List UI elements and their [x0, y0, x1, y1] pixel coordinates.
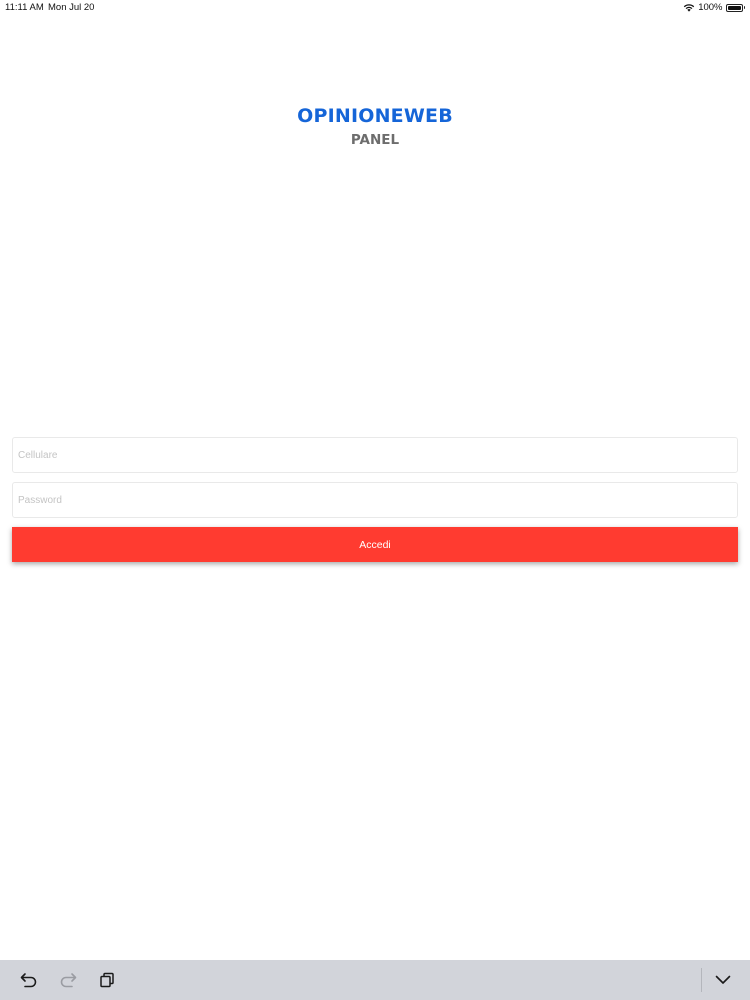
password-field-wrapper: [12, 482, 738, 518]
keyboard-dismiss-button[interactable]: [713, 970, 733, 990]
battery-percent: 100%: [698, 2, 723, 13]
status-date: Mon Jul 20: [48, 2, 95, 13]
battery-cap: [743, 6, 745, 9]
app-logo: OPINIONEWEB PANEL: [0, 103, 750, 151]
login-screen: 11:11 AM Mon Jul 20 100% OPINIONEWEB PAN…: [0, 0, 750, 1000]
redo-icon: [60, 973, 77, 988]
status-indicators: 100%: [683, 2, 745, 13]
paste-icon: [100, 972, 114, 988]
status-time: 11:11 AM: [5, 2, 44, 13]
undo-button[interactable]: [19, 970, 39, 990]
status-bar: 11:11 AM Mon Jul 20 100%: [0, 0, 750, 16]
password-input[interactable]: [13, 483, 737, 517]
phone-input[interactable]: [13, 438, 737, 472]
logo-subtitle: PANEL: [350, 132, 400, 148]
logo-title: OPINIONEWEB: [297, 105, 453, 127]
toolbar-divider: [701, 968, 702, 992]
battery-body: [725, 3, 743, 12]
login-button[interactable]: Accedi: [12, 527, 738, 562]
keyboard-dismiss-icon: [715, 975, 731, 984]
paste-button[interactable]: [97, 970, 117, 990]
redo-button[interactable]: [58, 970, 78, 990]
wifi-icon: [683, 4, 695, 12]
undo-icon: [20, 973, 37, 988]
keyboard-accessory-bar: [0, 960, 750, 1000]
battery-fill: [727, 5, 741, 10]
battery-icon: [725, 3, 745, 12]
phone-field-wrapper: [12, 437, 738, 473]
